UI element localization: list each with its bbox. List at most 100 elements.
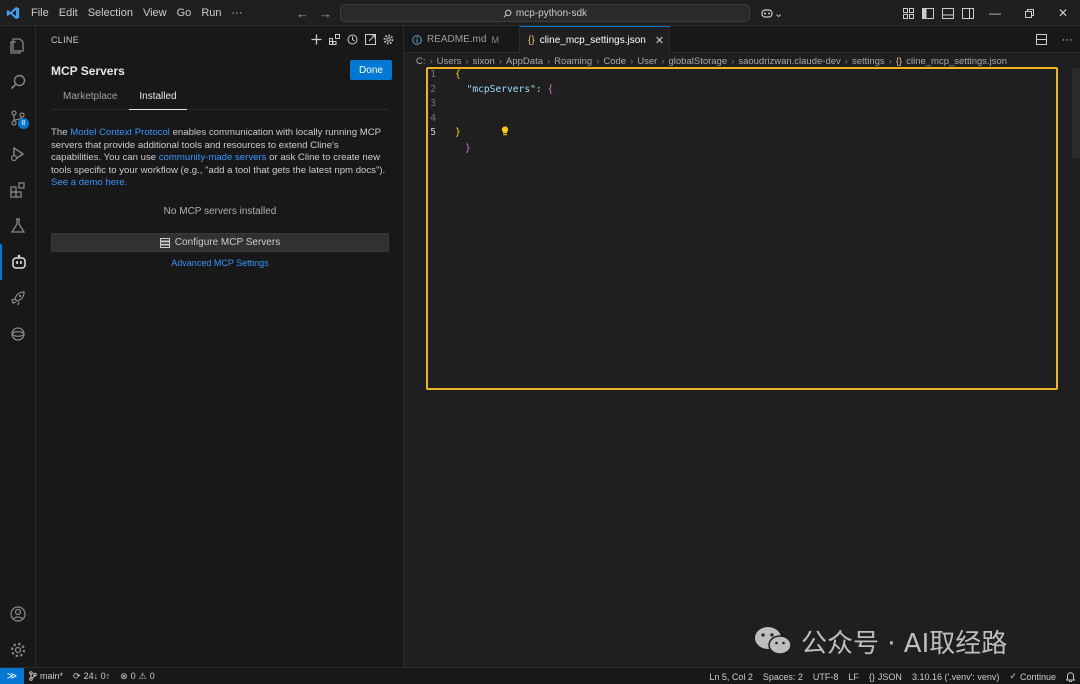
mcp-servers-icon[interactable] [327,32,341,46]
model-context-protocol-link[interactable]: Model Context Protocol [70,127,170,138]
tab-cline-mcp-settings[interactable]: {} cline_mcp_settings.json ✕ [520,26,670,54]
split-editor-icon[interactable] [1028,34,1054,45]
restore-icon[interactable] [1012,0,1046,26]
toggle-panel-icon[interactable] [938,0,958,26]
tab-label: cline_mcp_settings.json [539,35,646,46]
vscode-logo-icon [0,0,26,26]
code-line: 1 { [404,68,1064,83]
tab-label: README.md [427,34,487,45]
close-window-icon[interactable]: ✕ [1046,0,1080,26]
menu-more[interactable]: ··· [227,0,248,26]
extensions-icon[interactable] [0,172,36,208]
command-center-search[interactable]: mcp-python-sdk [340,4,750,22]
breadcrumb-item[interactable]: settings [852,56,885,67]
menu-file[interactable]: File [26,0,54,26]
watermark-text: 公众号 · AI取经路 [801,628,1008,659]
editor-area: README.md M {} cline_mcp_settings.json ✕… [404,26,1080,667]
breadcrumb-item[interactable]: AppData [506,56,543,67]
python-interpreter[interactable]: 3.10.16 ('.venv': venv) [907,672,1004,682]
search-view-icon[interactable] [0,64,36,100]
json-icon: {} [895,55,903,67]
source-control-badge: 8 [18,118,29,129]
error-count: 0 [130,671,136,681]
breadcrumb-item[interactable]: cline_mcp_settings.json [906,56,1007,67]
menu-go[interactable]: Go [172,0,197,26]
editor-actions: ··· [1028,26,1080,53]
menu-selection[interactable]: Selection [83,0,138,26]
tab-installed[interactable]: Installed [129,86,187,110]
breadcrumb-item[interactable]: Roaming [554,56,592,67]
chevron-right-icon: › [731,55,735,67]
breadcrumb-item[interactable]: Code [603,56,626,67]
branch-icon [29,671,37,681]
testing-flask-icon[interactable] [0,208,36,244]
menu-view[interactable]: View [138,0,172,26]
tab-readme[interactable]: README.md M [404,26,520,53]
toggle-primary-sidebar-icon[interactable] [918,0,938,26]
indentation[interactable]: Spaces: 2 [758,672,808,682]
settings-gear-icon[interactable] [381,32,395,46]
advanced-mcp-settings-link[interactable]: Advanced MCP Settings [51,258,389,268]
tab-marketplace[interactable]: Marketplace [63,86,117,110]
breadcrumb-item[interactable]: saoudrizwan.claude-dev [738,56,840,67]
warning-count: 0 [149,671,155,681]
forward-arrow-icon[interactable]: → [319,6,332,21]
editor-tab-bar: README.md M {} cline_mcp_settings.json ✕… [404,26,1080,54]
sync-icon: ⟳ [73,670,81,681]
remote-explorer-icon[interactable] [0,316,36,352]
end-of-line[interactable]: LF [843,672,864,682]
git-branch[interactable]: main* [24,671,68,681]
sync-counts: 24↓ 0↑ [83,671,111,681]
json-brace: { [455,69,461,80]
rocket-icon[interactable] [0,280,36,316]
configure-label: Configure MCP Servers [174,237,281,248]
community-servers-link[interactable]: community-made servers [159,152,267,163]
breadcrumb-item[interactable]: sixon [473,56,495,67]
customize-layout-icon[interactable] [898,0,918,26]
remote-indicator-icon[interactable]: ≫ [0,667,24,684]
breadcrumb-item[interactable]: User [637,56,657,67]
git-sync[interactable]: ⟳ 24↓ 0↑ [68,671,115,682]
workspace-name: mcp-python-sdk [515,7,588,19]
close-tab-icon[interactable]: ✕ [655,34,664,47]
editor-scrollbar[interactable] [1072,68,1080,158]
json-icon: {} [868,671,875,682]
language-mode[interactable]: {} JSON [864,672,907,682]
mcp-tabs: Marketplace Installed [51,86,389,110]
wechat-icon [755,627,792,655]
breadcrumb-item[interactable]: globalStorage [669,56,728,67]
history-icon[interactable] [345,32,359,46]
more-actions-icon[interactable]: ··· [1054,34,1080,46]
encoding[interactable]: UTF-8 [808,672,844,682]
cursor-position[interactable]: Ln 5, Col 2 [704,672,758,682]
copilot-menu[interactable]: ⌄ [760,4,783,22]
explorer-icon[interactable] [0,28,36,64]
chevron-right-icon: › [844,55,848,67]
run-debug-icon[interactable] [0,136,36,172]
problems-indicator[interactable]: ⊗ 0 ⚠ 0 [115,671,160,682]
chevron-right-icon: › [630,55,634,67]
menu-run[interactable]: Run [196,0,226,26]
configure-mcp-servers-button[interactable]: Configure MCP Servers [51,233,389,252]
minimize-icon[interactable]: — [978,0,1012,26]
back-arrow-icon[interactable]: ← [296,6,309,21]
json-key: "mcpServers" [466,83,536,95]
breadcrumb-item[interactable]: Users [437,56,462,67]
plus-icon[interactable] [309,32,323,46]
check-icon: ✓ [1009,671,1017,681]
code-editor[interactable]: 1 { 2 "mcpServers": { 3 4 } 5 } [404,68,1064,154]
accounts-icon[interactable] [0,596,36,632]
breadcrumb-item[interactable]: C: [416,56,426,67]
menu-edit[interactable]: Edit [54,0,83,26]
json-brace: { [547,83,554,95]
popout-icon[interactable] [363,32,377,46]
notifications-bell-icon[interactable] [1061,671,1080,682]
mcp-description: The Model Context Protocol enables commu… [51,127,391,190]
manage-gear-icon[interactable] [0,632,36,668]
toggle-secondary-sidebar-icon[interactable] [958,0,978,26]
done-button[interactable]: Done [350,60,392,80]
source-control-icon[interactable]: 8 [0,100,36,136]
demo-link[interactable]: See a demo here. [51,177,127,188]
cline-robot-icon[interactable] [0,244,36,280]
continue-extension[interactable]: ✓ Continue [1004,671,1061,682]
